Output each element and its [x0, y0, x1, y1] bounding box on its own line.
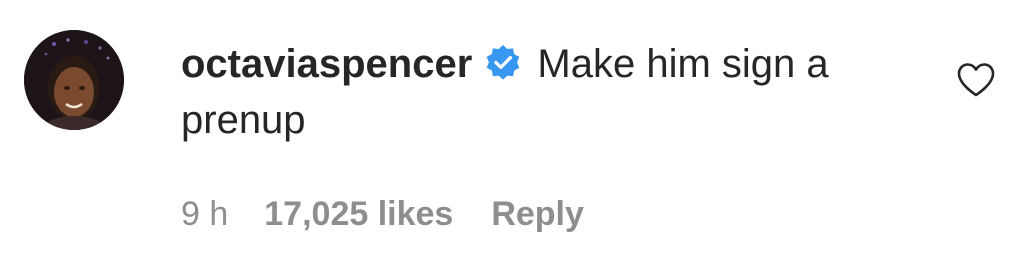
reply-button[interactable]: Reply: [491, 195, 584, 233]
comment-body: octaviaspencer Make him sign a prenup: [181, 36, 901, 148]
avatar[interactable]: [24, 30, 124, 130]
heart-outline-icon[interactable]: [956, 62, 996, 98]
avatar-image: [24, 30, 124, 130]
comment: octaviaspencer Make him sign a prenup 9 …: [0, 0, 1024, 262]
likes-count[interactable]: 17,025 likes: [264, 195, 453, 233]
username-link[interactable]: octaviaspencer: [181, 42, 472, 86]
comment-meta: 9 h 17,025 likes Reply: [181, 192, 584, 236]
verified-badge-icon: [486, 44, 520, 80]
timestamp: 9 h: [181, 195, 229, 233]
